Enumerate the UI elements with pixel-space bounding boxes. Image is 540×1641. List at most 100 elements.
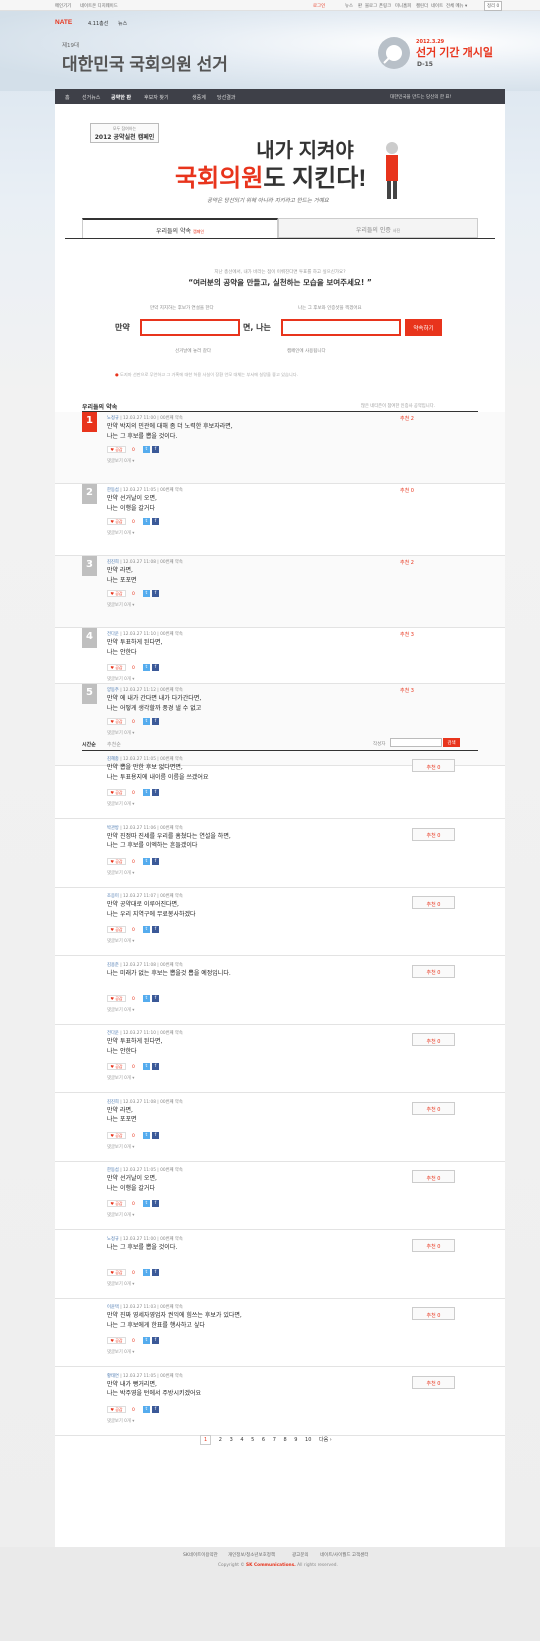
facebook-icon[interactable]: f — [151, 518, 159, 525]
sort-time[interactable]: 시간순 — [82, 741, 96, 748]
page-link[interactable]: 1 — [200, 1435, 212, 1445]
twitter-icon[interactable]: t — [142, 1337, 150, 1344]
like-button[interactable]: ♥ 공감 — [107, 718, 126, 725]
facebook-icon[interactable]: f — [151, 1268, 159, 1276]
reply-toggle[interactable]: 댓글보기 0개 ▾ — [107, 1144, 134, 1150]
reply-toggle[interactable]: 댓글보기 0개 ▾ — [107, 530, 134, 536]
twitter-icon[interactable]: t — [142, 1405, 150, 1413]
top-right-link[interactable]: 폰링크 — [379, 3, 391, 9]
page-link[interactable]: 8 — [283, 1437, 286, 1443]
facebook-icon[interactable]: f — [151, 718, 159, 725]
facebook-icon[interactable]: f — [151, 590, 159, 597]
tab-promises[interactable]: 우리들의 약속 캠페인 — [82, 218, 278, 238]
reply-toggle[interactable]: 댓글보기 0개 ▾ — [107, 730, 134, 736]
nav-item-live[interactable]: 생중계 — [192, 94, 206, 101]
author-name[interactable]: 전다운 — [107, 1031, 119, 1036]
twitter-icon[interactable]: t — [142, 926, 150, 933]
author-name[interactable]: 김혜충 — [107, 757, 119, 762]
like-button[interactable]: ♥ 공감 — [107, 1131, 126, 1139]
facebook-icon[interactable]: f — [151, 1405, 159, 1413]
facebook-icon[interactable]: f — [151, 789, 159, 796]
footer-link[interactable]: 개인정보/청소년보호정책 — [228, 1552, 275, 1558]
reply-toggle[interactable]: 댓글보기 0개 ▾ — [107, 1281, 134, 1287]
login-link[interactable]: 로그인 — [313, 3, 325, 9]
like-button[interactable]: ♥ 공감 — [107, 1337, 126, 1344]
reply-toggle[interactable]: 댓글보기 0개 ▾ — [107, 1212, 134, 1218]
recommend-count[interactable]: 추천 0 — [400, 487, 414, 494]
recommend-count[interactable]: 추천 3 — [400, 631, 414, 638]
footer-link[interactable]: SK네이트이용약관 — [183, 1552, 218, 1558]
sort-recommend[interactable]: 추천순 — [107, 741, 121, 748]
author-name[interactable]: 전다운 — [107, 632, 119, 637]
reply-toggle[interactable]: 댓글보기 0개 ▾ — [107, 801, 134, 807]
like-button[interactable]: ♥ 공감 — [107, 518, 126, 525]
twitter-icon[interactable]: t — [142, 994, 150, 1002]
nav-item-results[interactable]: 당선결과 — [217, 94, 235, 101]
footer-link[interactable]: 네이트/사이월드 고객센터 — [320, 1552, 369, 1558]
page-link[interactable]: 3 — [230, 1437, 233, 1443]
twitter-icon[interactable]: t — [142, 718, 150, 725]
facebook-icon[interactable]: f — [151, 857, 159, 865]
author-name[interactable]: 김진희 — [107, 560, 119, 565]
author-name[interactable]: 양동주 — [107, 688, 119, 693]
recommend-button[interactable]: 추천 0 — [412, 1307, 455, 1320]
twitter-icon[interactable]: t — [142, 1063, 150, 1070]
nav-item-pledge[interactable]: 공약한 판 — [111, 94, 131, 101]
submit-pledge-button[interactable]: 약속하기 — [405, 319, 442, 336]
recommend-button[interactable]: 추천 0 — [412, 896, 455, 909]
author-name[interactable]: 황태연 — [107, 1374, 119, 1379]
author-name[interactable]: 이윤택 — [107, 1305, 119, 1310]
top-right-link[interactable]: 블로그 — [365, 3, 377, 9]
top-link-main[interactable]: 메인기기 — [55, 3, 71, 9]
facebook-icon[interactable]: f — [151, 994, 159, 1002]
twitter-icon[interactable]: t — [142, 518, 150, 525]
top-link-nateon[interactable]: 네이트온 디지웨이드 — [80, 3, 118, 9]
recommend-button[interactable]: 추천 0 — [412, 1238, 455, 1252]
author-name[interactable]: 노정규 — [107, 1237, 119, 1242]
pledge-then-input[interactable] — [281, 319, 401, 336]
twitter-icon[interactable]: t — [142, 590, 150, 597]
top-right-link[interactable]: 판 — [358, 3, 362, 9]
next-page-link[interactable]: 다음 › — [319, 1436, 332, 1443]
top-right-link[interactable]: 뉴스 — [345, 3, 353, 9]
author-name[interactable]: 한동섭 — [107, 488, 119, 493]
recommend-button[interactable]: 추천 0 — [412, 759, 455, 772]
facebook-icon[interactable]: f — [151, 1063, 159, 1070]
reply-toggle[interactable]: 댓글보기 0개 ▾ — [107, 1349, 134, 1355]
all-menu-link[interactable]: 전체 메뉴 ▾ — [446, 3, 467, 9]
author-name[interactable]: 박관방 — [107, 826, 119, 831]
pledge-if-input[interactable] — [140, 319, 240, 336]
twitter-icon[interactable]: t — [142, 789, 150, 796]
twitter-icon[interactable]: t — [142, 1131, 150, 1139]
recommend-button[interactable]: 추천 0 — [412, 1101, 455, 1115]
like-button[interactable]: ♥ 공감 — [107, 1200, 126, 1207]
recommend-button[interactable]: 추천 0 — [412, 1170, 455, 1183]
reply-toggle[interactable]: 댓글보기 0개 ▾ — [107, 1075, 134, 1081]
nate-logo[interactable]: NATE — [55, 19, 72, 26]
reply-toggle[interactable]: 댓글보기 0개 ▾ — [107, 1418, 134, 1424]
reply-toggle[interactable]: 댓글보기 0개 ▾ — [107, 602, 134, 608]
like-button[interactable]: ♥ 공감 — [107, 1405, 126, 1413]
facebook-icon[interactable]: f — [151, 926, 159, 933]
recommend-count[interactable]: 추천 2 — [400, 415, 414, 422]
facebook-icon[interactable]: f — [151, 1200, 159, 1207]
like-button[interactable]: ♥ 공감 — [107, 1268, 126, 1276]
like-button[interactable]: ♥ 공감 — [107, 1063, 126, 1070]
like-button[interactable]: ♥ 공감 — [107, 789, 126, 796]
footer-link[interactable]: 광고문의 — [292, 1552, 309, 1558]
page-link[interactable]: 10 — [305, 1437, 311, 1443]
recommend-count[interactable]: 추천 3 — [400, 687, 414, 694]
page-link[interactable]: 7 — [273, 1437, 276, 1443]
like-button[interactable]: ♥ 공감 — [107, 590, 126, 597]
reply-toggle[interactable]: 댓글보기 0개 ▾ — [107, 458, 134, 464]
recommend-button[interactable]: 추천 0 — [412, 1375, 455, 1389]
reply-toggle[interactable]: 댓글보기 0개 ▾ — [107, 1007, 134, 1013]
settings-button[interactable]: 정리 0 — [484, 1, 503, 11]
reply-toggle[interactable]: 댓글보기 0개 ▾ — [107, 676, 134, 682]
twitter-icon[interactable]: t — [142, 664, 150, 671]
page-link[interactable]: 6 — [262, 1437, 265, 1443]
tab-certification[interactable]: 우리들의 인증 사진 — [278, 218, 478, 238]
page-link[interactable]: 2 — [219, 1437, 222, 1443]
author-name[interactable]: 김진희 — [107, 1100, 119, 1105]
like-button[interactable]: ♥ 공감 — [107, 926, 126, 933]
